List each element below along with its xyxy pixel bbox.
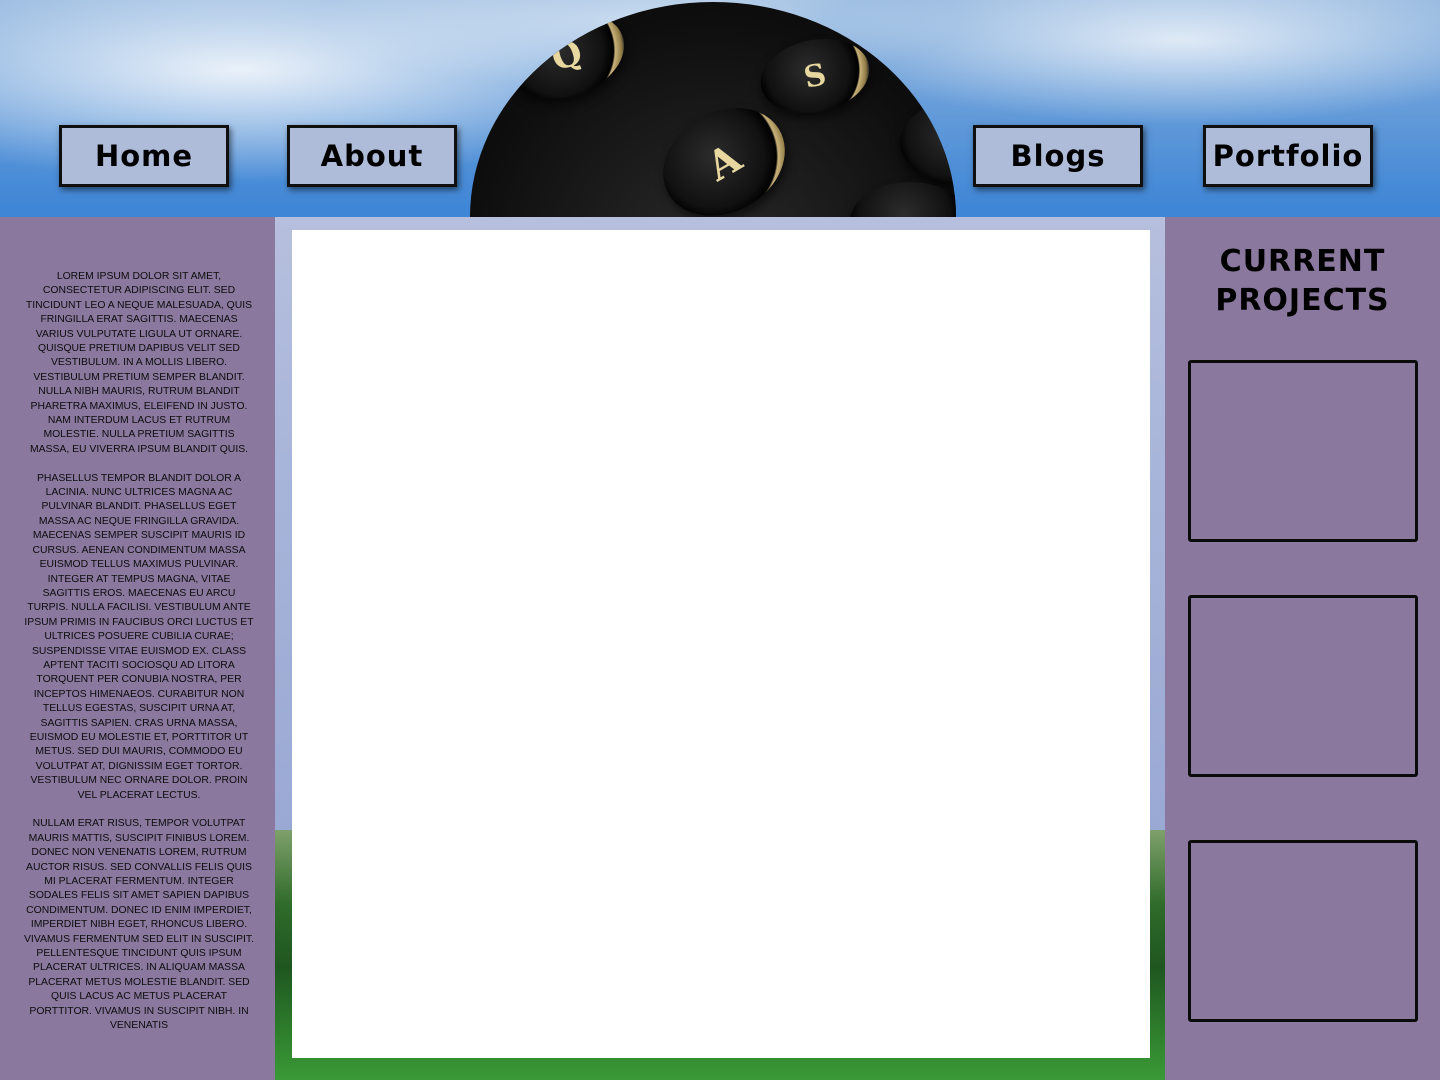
sidebar-paragraph: Lorem ipsum dolor sit amet, consectetur …	[25, 271, 253, 455]
nav-portfolio-button[interactable]: Portfolio	[1203, 125, 1373, 187]
nav-home-button[interactable]: Home	[59, 125, 229, 187]
nav-about-button[interactable]: About	[287, 125, 457, 187]
main-content-panel	[292, 230, 1150, 1058]
left-sidebar: Lorem ipsum dolor sit amet, consectetur …	[0, 217, 275, 1080]
right-sidebar: CURRENT PROJECTS	[1165, 217, 1440, 1080]
project-slot-1[interactable]	[1188, 360, 1418, 542]
project-slot-3[interactable]	[1188, 840, 1418, 1022]
typewriter-key-a: A	[643, 86, 805, 217]
sidebar-paragraph: Nullam erat risus, tempor volutpat mauri…	[24, 818, 254, 1032]
sidebar-paragraph: Phasellus tempor blandit dolor a lacinia…	[24, 472, 254, 801]
project-slot-2[interactable]	[1188, 595, 1418, 777]
typewriter-key-partial-right	[900, 102, 956, 182]
nav-blogs-button[interactable]: Blogs	[973, 125, 1143, 187]
sidebar-text: Lorem ipsum dolor sit amet, consectetur …	[24, 270, 254, 1048]
current-projects-heading: CURRENT PROJECTS	[1215, 244, 1390, 318]
